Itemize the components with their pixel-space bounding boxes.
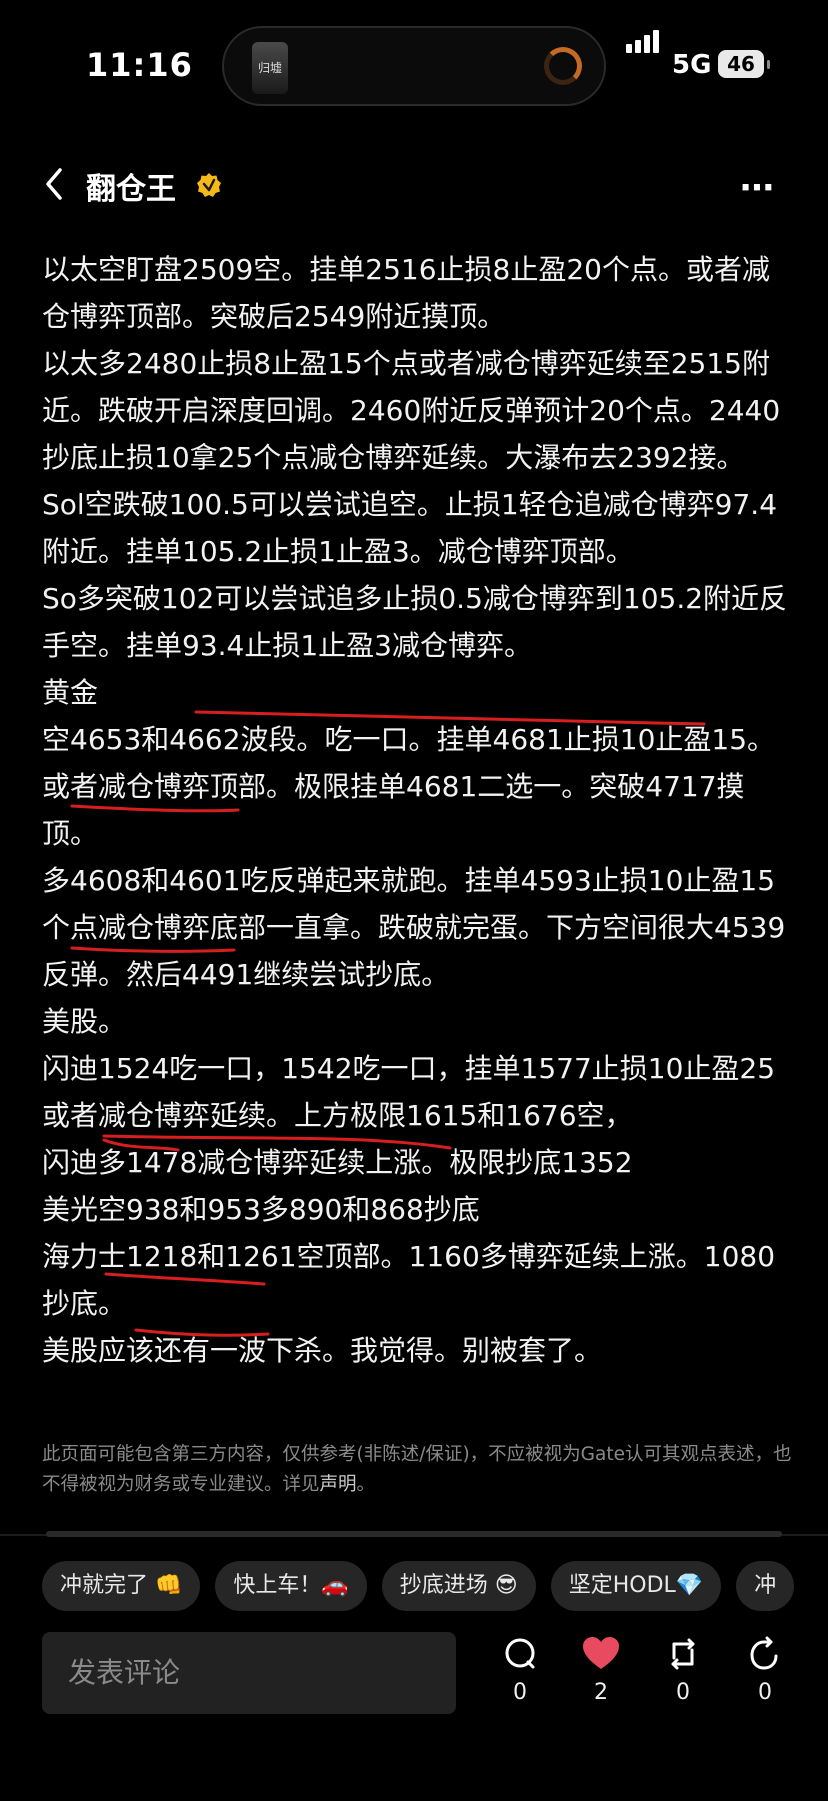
paragraph: 以太多2480止损8止盈15个点或者减仓博弈延续至2515附近。跌破开启深度回调…: [42, 347, 781, 474]
paragraph: 黄金: [42, 676, 99, 709]
status-bar: 11:16 归墟 5G 46: [0, 0, 828, 130]
share-count: 0: [758, 1680, 772, 1705]
like-button[interactable]: 2: [571, 1636, 631, 1705]
scroll-strip: [46, 1531, 782, 1537]
paragraph: 多4608和4601吃反弹起来就跑。挂单4593止损10止盈15个点减仓博弈底部…: [42, 864, 786, 991]
repost-icon: [671, 1638, 695, 1670]
share-icon: [750, 1636, 778, 1670]
paragraph: So多突破102可以尝试追多止损0.5减仓博弈到105.2附近反手空。挂单93.…: [42, 582, 788, 662]
paragraph: 闪迪1524吃一口，1542吃一口，挂单1577止损10止盈25或者减仓博弈延续…: [42, 1052, 776, 1132]
status-time: 11:16: [86, 46, 193, 84]
verified-badge-icon: [197, 173, 221, 197]
disclaimer-end: 。: [356, 1474, 376, 1495]
comment-count: 0: [513, 1680, 527, 1705]
paragraph: 以太空盯盘2509空。挂单2516止损8止盈20个点。或者减仓博弈顶部。突破后2…: [42, 253, 770, 333]
battery-icon: 46: [718, 50, 764, 78]
paragraph: 海力士1218和1261空顶部。1160多博弈延续上涨。1080抄底。: [42, 1240, 776, 1320]
paragraph: 空4653和4662波段。吃一口。挂单4681止损10止盈15。或者减仓博弈顶部…: [42, 723, 776, 850]
disclaimer-text: 此页面可能包含第三方内容，仅供参考(非陈述/保证)，不应被视为Gate认可其观点…: [42, 1444, 792, 1495]
back-chevron-icon[interactable]: [40, 164, 72, 204]
dynamic-island[interactable]: 归墟: [222, 26, 606, 106]
comment-button[interactable]: 0: [490, 1636, 550, 1705]
share-button[interactable]: 0: [735, 1636, 795, 1705]
repost-button[interactable]: 0: [653, 1636, 713, 1705]
quick-reply-chip[interactable]: 冲就完了 👊: [42, 1561, 201, 1611]
post-content: 以太空盯盘2509空。挂单2516止损8止盈20个点。或者减仓博弈顶部。突破后2…: [42, 246, 794, 1374]
now-playing-cover: 归墟: [252, 42, 288, 94]
paragraph: Sol空跌破100.5可以尝试追空。止损1轻仓追减仓博弈97.4附近。挂单105…: [42, 488, 778, 568]
more-options-icon[interactable]: ⋯: [740, 168, 777, 208]
post-header: 翻仓王 ⋯: [0, 150, 828, 222]
quick-reply-chip[interactable]: 坚定HODL💎: [550, 1561, 722, 1611]
paragraph: 闪迪多1478减仓博弈延续上涨。极限抄底1352: [42, 1146, 633, 1179]
author-name[interactable]: 翻仓王: [86, 164, 176, 208]
quick-reply-chip[interactable]: 抄底进场 😎: [381, 1561, 536, 1611]
paragraph: 美股应该还有一波下杀。我觉得。别被套了。: [42, 1334, 603, 1367]
disclaimer: 此页面可能包含第三方内容，仅供参考(非陈述/保证)，不应被视为Gate认可其观点…: [42, 1440, 798, 1500]
quick-reply-chip[interactable]: 冲: [736, 1561, 795, 1611]
paragraph: 美光空938和953多890和868抄底: [42, 1193, 480, 1226]
network-type: 5G: [672, 50, 712, 80]
progress-ring-icon: [544, 47, 582, 85]
comment-input[interactable]: 发表评论: [42, 1632, 456, 1714]
battery-tip: [767, 60, 770, 69]
heart-icon: [583, 1637, 619, 1669]
quick-reply-chips: 冲就完了 👊 快上车！🚗 抄底进场 😎 坚定HODL💎 冲: [42, 1561, 809, 1611]
quick-reply-chip[interactable]: 快上车！🚗: [215, 1561, 367, 1611]
paragraph: 美股。: [42, 1005, 127, 1038]
comment-bubble-icon: [505, 1638, 535, 1669]
disclaimer-link[interactable]: 声明: [320, 1474, 357, 1495]
repost-count: 0: [676, 1680, 690, 1705]
like-count: 2: [594, 1680, 608, 1705]
